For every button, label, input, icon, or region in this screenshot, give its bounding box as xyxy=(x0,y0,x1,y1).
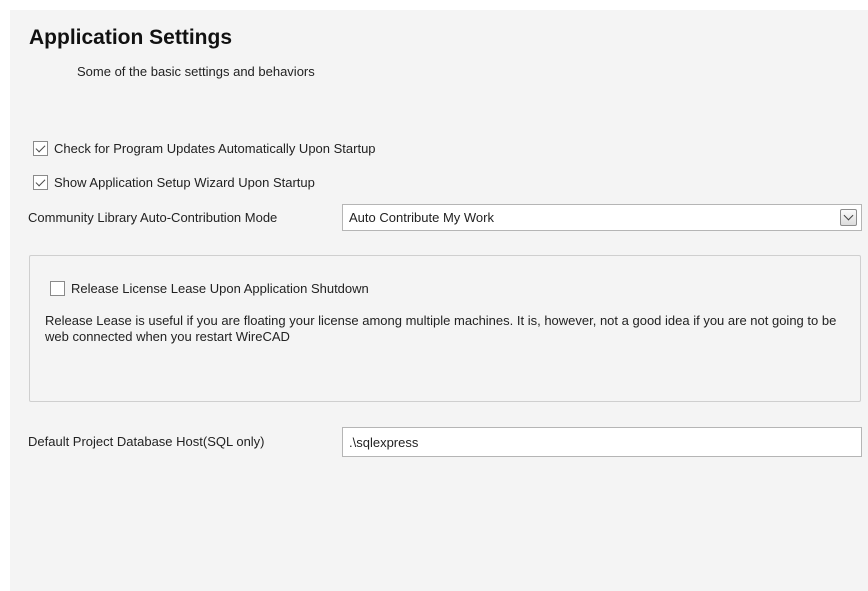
release-lease-label: Release License Lease Upon Application S… xyxy=(71,281,369,296)
show-wizard-label: Show Application Setup Wizard Upon Start… xyxy=(54,175,315,190)
show-wizard-option[interactable]: Show Application Setup Wizard Upon Start… xyxy=(33,175,315,190)
check-updates-checkbox[interactable] xyxy=(33,141,48,156)
community-library-selected-value: Auto Contribute My Work xyxy=(349,210,494,225)
database-host-label: Default Project Database Host(SQL only) xyxy=(28,434,265,449)
page-title: Application Settings xyxy=(29,26,233,49)
chevron-down-icon[interactable] xyxy=(840,209,857,226)
community-library-label: Community Library Auto-Contribution Mode xyxy=(28,210,278,225)
community-library-select[interactable]: Auto Contribute My Work xyxy=(342,204,862,231)
database-host-input[interactable] xyxy=(342,427,862,457)
check-updates-option[interactable]: Check for Program Updates Automatically … xyxy=(33,141,376,156)
page-subtitle: Some of the basic settings and behaviors xyxy=(77,64,315,79)
release-lease-description: Release Lease is useful if you are float… xyxy=(45,313,837,344)
release-lease-checkbox[interactable] xyxy=(50,281,65,296)
check-updates-label: Check for Program Updates Automatically … xyxy=(54,141,376,156)
release-lease-option[interactable]: Release License Lease Upon Application S… xyxy=(50,281,369,296)
show-wizard-checkbox[interactable] xyxy=(33,175,48,190)
